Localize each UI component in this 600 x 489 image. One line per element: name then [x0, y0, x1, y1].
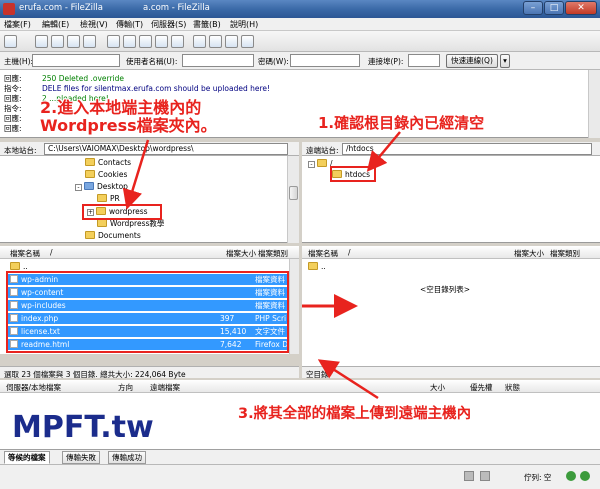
arrow-upload [317, 359, 379, 400]
annotation-arrows [122, 131, 401, 400]
arrow-to-wordpress [122, 139, 150, 210]
arrow-to-htdocs [366, 131, 401, 172]
